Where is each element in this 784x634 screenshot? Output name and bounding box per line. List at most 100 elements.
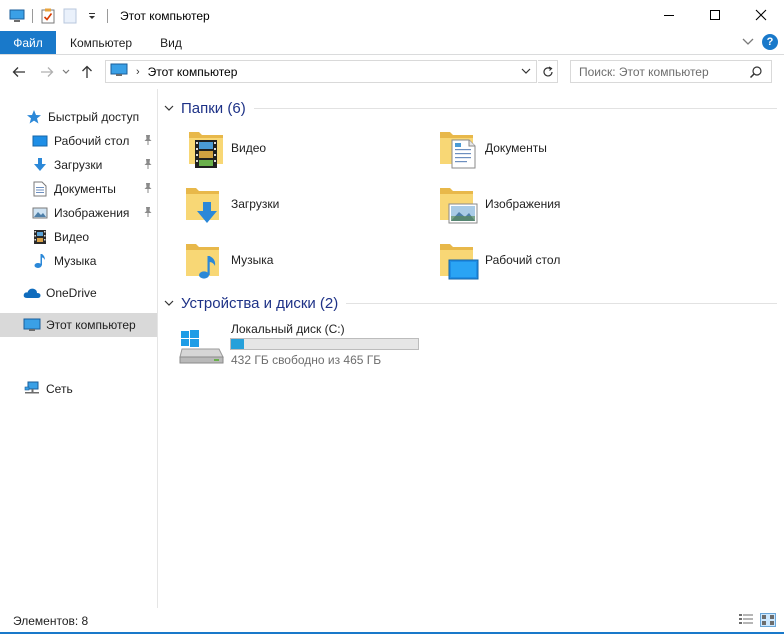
ribbon-tabs: Файл Компьютер Вид ? xyxy=(0,31,784,55)
ribbon-right-controls: ? xyxy=(742,34,778,50)
pictures-icon xyxy=(31,204,49,222)
breadcrumb-chevron-icon[interactable]: › xyxy=(136,66,140,78)
folder-item-downloads[interactable]: Загрузки xyxy=(183,180,279,228)
sidebar-item-desktop[interactable]: Рабочий стол xyxy=(0,129,157,153)
folder-label: Документы xyxy=(485,141,547,155)
minimize-button[interactable] xyxy=(646,0,692,29)
sidebar-item-pictures[interactable]: Изображения xyxy=(0,201,157,225)
tab-computer[interactable]: Компьютер xyxy=(56,31,146,54)
video-folder-icon xyxy=(183,126,227,170)
network-icon xyxy=(23,380,41,398)
navigation-bar: › Этот компьютер Поиск: Этот компьютер xyxy=(0,55,784,89)
search-box[interactable]: Поиск: Этот компьютер xyxy=(570,60,772,83)
folder-label: Рабочий стол xyxy=(485,253,561,267)
documents-icon xyxy=(31,180,49,198)
drive-usage-fill xyxy=(231,339,245,349)
group-title: Папки (6) xyxy=(181,99,246,117)
folder-item-video[interactable]: Видео xyxy=(183,124,266,172)
back-button[interactable] xyxy=(9,62,29,82)
close-button[interactable] xyxy=(738,0,784,29)
sidebar-label: Музыка xyxy=(54,254,97,268)
content-pane: Папки (6) Видео Документы Загрузки Изобр… xyxy=(159,89,784,608)
sidebar-item-this-pc[interactable]: Этот компьютер xyxy=(0,313,157,337)
tiles-view-icon[interactable] xyxy=(760,613,776,630)
status-bar: Элементов: 8 xyxy=(0,608,784,634)
window-controls xyxy=(646,0,784,31)
details-view-icon[interactable] xyxy=(738,613,754,630)
qa-separator xyxy=(32,8,33,23)
sidebar-label: Документы xyxy=(54,182,116,196)
drive-name: Локальный диск (C:) xyxy=(231,322,345,336)
sidebar-label: Рабочий стол xyxy=(54,134,130,148)
this-pc-address-icon xyxy=(110,63,128,80)
video-icon xyxy=(31,228,49,246)
drive-free-space: 432 ГБ свободно из 465 ГБ xyxy=(231,353,382,367)
sidebar-item-music[interactable]: Музыка xyxy=(0,249,157,273)
sidebar-label: Изображения xyxy=(54,206,130,220)
folders-group-header[interactable]: Папки (6) xyxy=(163,98,777,118)
sidebar-item-video[interactable]: Видео xyxy=(0,225,157,249)
group-divider xyxy=(253,107,777,109)
collapse-chevron-icon[interactable] xyxy=(163,105,175,112)
help-icon[interactable]: ? xyxy=(762,34,778,50)
address-bar[interactable]: › Этот компьютер xyxy=(105,60,537,83)
group-divider xyxy=(346,302,777,304)
up-button[interactable] xyxy=(77,62,97,82)
sidebar-item-network[interactable]: Сеть xyxy=(0,377,157,401)
sidebar-label: Сеть xyxy=(46,382,73,396)
folder-item-desktop[interactable]: Рабочий стол xyxy=(437,236,560,284)
folder-item-music[interactable]: Музыка xyxy=(183,236,273,284)
drive-item-local-disk-c[interactable]: Локальный диск (C:) 432 ГБ свободно из 4… xyxy=(179,319,439,369)
properties-icon[interactable] xyxy=(39,7,57,25)
pin-icon[interactable] xyxy=(143,206,153,221)
local-disk-icon xyxy=(179,329,225,368)
downloads-icon xyxy=(31,156,49,174)
desktop-icon xyxy=(31,132,49,150)
this-pc-small-icon[interactable] xyxy=(8,7,26,25)
expand-ribbon-icon[interactable] xyxy=(742,35,754,49)
recent-locations-button[interactable] xyxy=(59,62,73,82)
collapse-chevron-icon[interactable] xyxy=(163,300,175,307)
drive-usage-bar xyxy=(230,338,419,350)
pin-icon[interactable] xyxy=(143,134,153,149)
onedrive-icon xyxy=(23,284,41,302)
maximize-button[interactable] xyxy=(692,0,738,29)
sidebar-label: OneDrive xyxy=(46,286,97,300)
folder-item-documents[interactable]: Документы xyxy=(437,124,547,172)
sidebar-label: Этот компьютер xyxy=(46,318,136,332)
customize-qa-dropdown-icon[interactable] xyxy=(83,7,101,25)
sidebar-item-documents[interactable]: Документы xyxy=(0,177,157,201)
view-switcher xyxy=(738,613,776,630)
music-folder-icon xyxy=(183,238,227,282)
refresh-button[interactable] xyxy=(538,60,558,83)
devices-group-header[interactable]: Устройства и диски (2) xyxy=(163,293,777,313)
address-dropdown-icon[interactable] xyxy=(520,65,532,80)
tab-view[interactable]: Вид xyxy=(146,31,196,54)
new-folder-icon[interactable] xyxy=(61,7,79,25)
search-placeholder: Поиск: Этот компьютер xyxy=(579,64,709,79)
quick-access-toolbar xyxy=(8,0,114,31)
documents-folder-icon xyxy=(437,126,481,170)
tab-file[interactable]: Файл xyxy=(0,31,56,54)
folder-label: Видео xyxy=(231,141,267,155)
sidebar-item-downloads[interactable]: Загрузки xyxy=(0,153,157,177)
desktop-folder-icon xyxy=(437,238,481,282)
sidebar-label: Загрузки xyxy=(54,158,103,172)
sidebar-item-quick-access[interactable]: Быстрый доступ xyxy=(0,105,157,129)
pictures-folder-icon xyxy=(437,182,481,226)
folder-label: Загрузки xyxy=(231,197,280,211)
item-count: Элементов: 8 xyxy=(13,614,89,628)
folder-label: Музыка xyxy=(231,253,274,267)
music-icon xyxy=(31,252,49,270)
group-title: Устройства и диски (2) xyxy=(181,294,339,312)
navigation-pane: Быстрый доступ Рабочий стол Загрузки Док… xyxy=(0,89,158,608)
search-icon[interactable] xyxy=(749,65,763,82)
pin-icon[interactable] xyxy=(143,158,153,173)
qa-separator-2 xyxy=(107,8,108,23)
pin-icon[interactable] xyxy=(143,182,153,197)
folder-item-pictures[interactable]: Изображения xyxy=(437,180,560,228)
address-text: Этот компьютер xyxy=(147,64,238,79)
sidebar-label: Быстрый доступ xyxy=(48,110,140,124)
sidebar-item-onedrive[interactable]: OneDrive xyxy=(0,281,157,305)
forward-button[interactable] xyxy=(37,62,57,82)
